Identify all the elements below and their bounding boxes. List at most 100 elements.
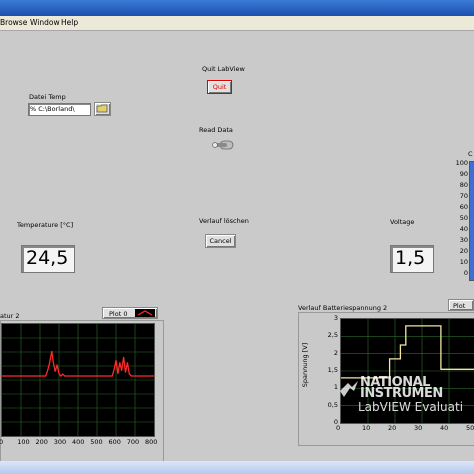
read-data-label: Read Data	[199, 126, 233, 134]
y-tick-label: 2	[333, 348, 338, 357]
x-tick-label: 30	[414, 424, 423, 432]
status-bar	[0, 461, 474, 474]
chart1-point	[58, 373, 60, 375]
browse-folder-button[interactable]	[94, 102, 111, 116]
chart2-point	[400, 344, 401, 346]
x-tick-label: 50	[466, 424, 474, 432]
x-tick-label: 20	[388, 424, 397, 432]
x-tick-label: 400	[72, 438, 85, 446]
folder-icon	[96, 104, 108, 113]
chart1-point	[52, 362, 54, 363]
x-tick-label: 600	[108, 438, 121, 446]
chart1-point	[47, 370, 48, 371]
chart1-point	[113, 368, 115, 370]
gauge-tick: 30	[459, 236, 468, 244]
gauge-tick: 80	[459, 181, 468, 189]
x-tick-label: 40	[440, 424, 449, 432]
chart1-legend[interactable]: Plot 0	[102, 307, 158, 319]
chart1-point	[54, 371, 56, 372]
chart1-x-axis: 0 100 200 300 400 500 600 700 800	[0, 438, 163, 448]
file-path-input[interactable]: % C:\Borland\	[28, 103, 91, 116]
chart1-point	[49, 363, 50, 364]
gauge-tick: 90	[459, 170, 468, 178]
chart1-point	[127, 362, 128, 363]
x-tick-label: 800	[145, 438, 158, 446]
x-tick-label: 200	[35, 438, 48, 446]
chart1-svg	[1, 324, 155, 436]
chart1-legend-swatch	[135, 309, 155, 317]
chart1-title: atur 2	[0, 312, 20, 320]
chart1-point	[119, 362, 121, 363]
chart2-y-axis: 3 2,5 2 1,5 1 0,5 0	[321, 313, 339, 433]
quit-button[interactable]: Quit	[207, 80, 232, 94]
chart2-legend[interactable]: Plot	[448, 299, 474, 311]
gauge-scale: 100 90 80 70 60 50 40 30 20 10 0	[452, 159, 468, 279]
toggle-switch-icon	[212, 140, 234, 150]
file-label: Datei Temp	[29, 93, 66, 101]
gauge-tick: 70	[459, 192, 468, 200]
x-tick-label: 0	[0, 438, 4, 446]
chart2-point	[405, 325, 407, 327]
chart1-point	[56, 364, 58, 366]
voltage-display: 1,5	[390, 245, 434, 273]
chart2-point	[400, 358, 401, 360]
chart2-x-axis: 0 10 20 30 40 50	[336, 424, 474, 434]
x-tick-label: 500	[90, 438, 103, 446]
chart2-point	[405, 344, 407, 346]
gauge-tick: 50	[459, 214, 468, 222]
y-tick-label: 3	[333, 314, 338, 322]
plot-line-icon	[137, 310, 153, 316]
quit-label: Quit LabView	[202, 65, 245, 73]
chart1-point	[125, 372, 126, 373]
menu-help[interactable]: Help	[61, 18, 78, 27]
gauge-label: C	[468, 150, 473, 158]
chart2-point	[440, 368, 442, 370]
chart1-point	[51, 350, 53, 352]
chart1-point	[60, 375, 62, 377]
gauge-tick: 100	[455, 159, 468, 167]
gauge-bar	[469, 161, 474, 281]
window-titlebar	[0, 0, 474, 16]
chart2-point	[389, 358, 390, 360]
voltage-label: Voltage	[390, 218, 415, 226]
chart1-point	[111, 375, 113, 377]
chart1-point	[45, 375, 47, 377]
path-prefix-icon: %	[30, 105, 37, 113]
file-path-value: C:\Borland\	[38, 105, 75, 113]
chart2-title: Verlauf Batteriespannung 2	[298, 304, 388, 312]
chart1-legend-label: Plot 0	[109, 310, 128, 318]
read-data-toggle[interactable]	[212, 139, 234, 151]
chart2-series-line	[341, 325, 474, 379]
menu-browse[interactable]: Browse	[0, 18, 27, 27]
chart1-point	[115, 359, 117, 361]
chart2-ylabel: Spannung [V]	[301, 342, 310, 388]
ni-eagle-logo	[340, 381, 358, 397]
cancel-button[interactable]: Cancel	[205, 234, 236, 248]
x-tick-label: 700	[126, 438, 140, 446]
front-panel: Quit LabView Quit Datei Temp % C:\Borlan…	[0, 31, 474, 462]
chart1-point	[121, 370, 123, 371]
chart1-frame: 0 100 200 300 400 500 600 700 800	[0, 320, 164, 462]
chart1-point	[123, 356, 124, 358]
chart1-point	[77, 375, 79, 377]
gauge-tick: 40	[459, 225, 468, 233]
temperature-display: 24,5	[21, 245, 75, 273]
gauge-tick: 10	[459, 258, 468, 266]
gauge-tick: 0	[463, 269, 468, 277]
menu-bar: Browse Window Help	[0, 16, 474, 31]
x-tick-label: 10	[362, 424, 371, 432]
chart1-point	[130, 375, 132, 377]
x-tick-label: 300	[53, 438, 67, 446]
menu-window[interactable]: Window	[30, 18, 60, 27]
reset-label: Verlauf löschen	[199, 217, 249, 225]
x-tick-label: 100	[17, 438, 30, 446]
chart1-plot	[1, 323, 155, 437]
gauge-tick: 60	[459, 203, 468, 211]
ni-watermark: NATIONAL INSTRUMEN LabVIEW Evaluati	[338, 375, 474, 419]
chart1-point	[117, 373, 119, 375]
x-tick-label: 0	[336, 424, 341, 432]
y-tick-label: 0,5	[327, 400, 338, 409]
y-tick-label: 1,5	[327, 366, 338, 374]
chart1-point	[128, 373, 130, 375]
chart2-point	[440, 325, 442, 327]
